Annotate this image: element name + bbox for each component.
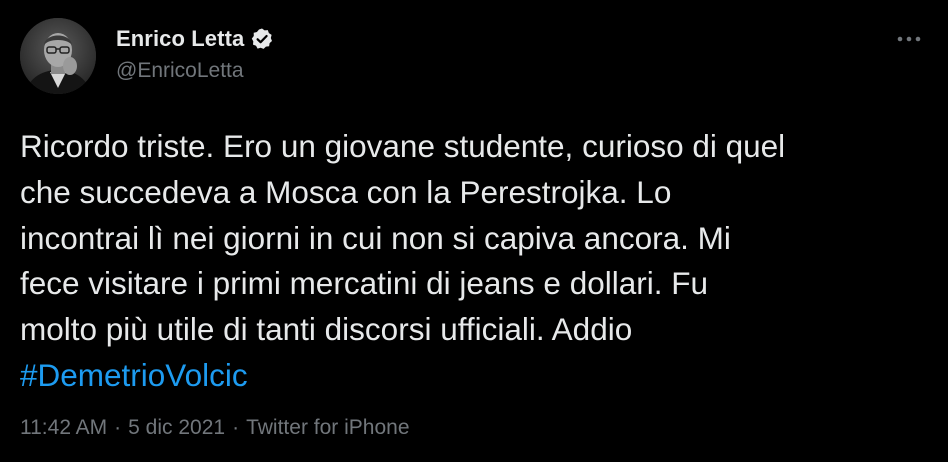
more-dots-icon xyxy=(897,36,921,42)
tweet-date[interactable]: 5 dic 2021 xyxy=(128,416,225,440)
hashtag-link[interactable]: #DemetrioVolcic xyxy=(20,353,925,399)
author-name-row[interactable]: Enrico Letta xyxy=(116,25,274,53)
display-name[interactable]: Enrico Letta xyxy=(116,26,244,52)
verified-badge-icon xyxy=(250,27,274,51)
more-options-button[interactable] xyxy=(892,26,926,52)
tweet-text-line: Ricordo triste. Ero un giovane studente,… xyxy=(20,128,786,164)
avatar[interactable] xyxy=(20,18,96,94)
tweet-card: Enrico Letta @EnricoLetta Ricordo triste… xyxy=(0,0,948,462)
tweet-text-line: molto più utile di tanti discorsi uffici… xyxy=(20,311,633,348)
author-handle[interactable]: @EnricoLetta xyxy=(116,59,244,83)
tweet-text-line: incontrai lì nei giorni in cui non si ca… xyxy=(20,219,731,256)
avatar-photo xyxy=(20,18,96,94)
tweet-meta: 11:42 AM · 5 dic 2021 · Twitter for iPho… xyxy=(20,416,410,440)
tweet-text-line: fece visitare i primi mercatini di jeans… xyxy=(20,265,709,302)
tweet-time[interactable]: 11:42 AM xyxy=(20,416,107,440)
tweet-text-line: che succedeva a Mosca con la Perestrojka… xyxy=(20,173,672,210)
tweet-text: Ricordo triste. Ero un giovane studente,… xyxy=(20,124,925,399)
meta-separator: · xyxy=(114,416,122,439)
meta-separator: · xyxy=(232,416,240,439)
tweet-source[interactable]: Twitter for iPhone xyxy=(246,416,409,440)
